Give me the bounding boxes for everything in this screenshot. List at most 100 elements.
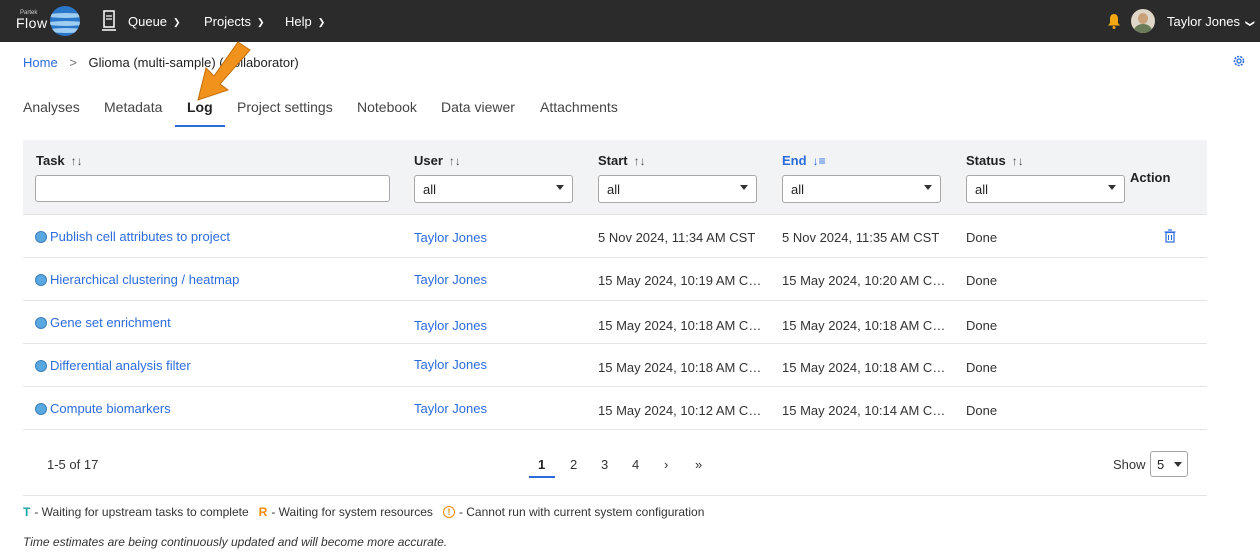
sort-icon: ↑↓ [70,154,83,168]
nav-projects[interactable]: Projects ❯ [204,14,265,29]
end-time: 15 May 2024, 10:18 AM C… [782,360,946,375]
user-link[interactable]: Taylor Jones [414,357,487,372]
user-link[interactable]: Taylor Jones [414,401,487,416]
last-page-button[interactable]: » [695,457,702,472]
task-link[interactable]: Publish cell attributes to project [35,229,230,244]
status-filter-value: all [975,182,989,197]
legend-r-text: - Waiting for system resources [271,505,433,519]
table-header: Task ↑↓ User ↑↓ Start ↑↓ End ↓≡ Status ↑↓ Act… [23,140,1207,215]
task-name: Publish cell attributes to project [50,229,230,244]
task-link[interactable]: Gene set enrichment [35,315,171,330]
warning-icon: ! [442,506,455,518]
dropdown-caret-icon [1108,185,1116,190]
nav-queue-label: Queue [128,14,168,29]
user-menu[interactable]: Taylor Jones ❯ [1167,14,1255,29]
task-name: Gene set enrichment [50,315,171,330]
user-link[interactable]: Taylor Jones [414,318,487,333]
status-dot-icon [35,273,47,286]
current-page-indicator [529,476,555,478]
column-header-user[interactable]: User ↑↓ [414,153,461,168]
sort-icon: ↑↓ [448,154,461,168]
status-dot-icon [35,316,47,329]
task-link[interactable]: Compute biomarkers [35,401,171,416]
legend-warn-text: - Cannot run with current system configu… [458,505,705,519]
status-legend: T - Waiting for upstream tasks to comple… [23,505,704,519]
start-time: 15 May 2024, 10:18 AM C… [598,360,762,375]
status-dot-icon [35,230,47,243]
column-header-start[interactable]: Start ↑↓ [598,153,646,168]
column-header-end[interactable]: End ↓≡ [782,153,826,168]
chevron-down-icon: ❯ [173,17,181,27]
end-time: 5 Nov 2024, 11:35 AM CST [782,230,940,245]
page-4-button[interactable]: 4 [632,457,639,472]
user-link[interactable]: Taylor Jones [414,230,487,245]
start-filter-select[interactable]: all [598,175,757,203]
task-link[interactable]: Differential analysis filter [35,358,191,373]
status-dot-icon [35,402,47,415]
show-label: Show [1113,457,1146,472]
tab-data-viewer[interactable]: Data viewer [441,99,515,115]
chevron-down-icon: ❯ [317,17,326,27]
column-header-action: Action [1130,170,1171,185]
status-text: Done [966,318,998,333]
table-row: Compute biomarkers Taylor Jones 15 May 2… [23,387,1207,430]
tab-notebook[interactable]: Notebook [357,99,417,115]
column-user-label: User [414,153,443,168]
delete-icon[interactable] [1164,229,1176,243]
active-tab-indicator [175,125,225,127]
chevron-down-icon: ❯ [256,17,265,27]
next-page-button[interactable]: › [664,457,668,472]
status-text: Done [966,273,998,288]
task-name: Differential analysis filter [50,358,191,373]
legend-r-letter: R [258,505,268,519]
page-3-button[interactable]: 3 [601,457,608,472]
pagination-range: 1-5 of 17 [47,457,99,472]
table-row: Publish cell attributes to project Taylo… [23,215,1207,258]
sort-icon: ↑↓ [1011,154,1024,168]
column-header-task[interactable]: Task ↑↓ [36,153,83,168]
sort-descending-icon: ↓≡ [812,154,826,168]
breadcrumb-home-link[interactable]: Home [23,55,58,70]
end-time: 15 May 2024, 10:14 AM C… [782,403,946,418]
status-text: Done [966,360,998,375]
nav-queue[interactable]: Queue ❯ [128,14,181,29]
dropdown-caret-icon [740,185,748,190]
page-size-value: 5 [1157,457,1165,472]
nav-help-label: Help [285,14,312,29]
end-time: 15 May 2024, 10:18 AM C… [782,318,946,333]
column-header-status[interactable]: Status ↑↓ [966,153,1024,168]
bell-icon[interactable] [1107,13,1121,29]
start-time: 15 May 2024, 10:18 AM C… [598,318,762,333]
end-filter-select[interactable]: all [782,175,941,203]
page-2-button[interactable]: 2 [570,457,577,472]
time-estimate-note: Time estimates are being continuously up… [23,535,448,549]
user-link[interactable]: Taylor Jones [414,272,487,287]
page-1-button[interactable]: 1 [538,457,545,472]
task-filter-input[interactable] [35,175,390,202]
status-dot-icon [35,359,47,372]
start-time: 15 May 2024, 10:19 AM C… [598,273,762,288]
server-icon[interactable] [102,10,116,32]
dropdown-caret-icon [1174,462,1182,467]
tab-attachments[interactable]: Attachments [540,99,618,115]
user-name-label: Taylor Jones [1167,14,1240,29]
column-end-label: End [782,153,807,168]
user-filter-value: all [423,182,437,197]
page-size-select[interactable]: 5 [1150,451,1188,477]
status-filter-select[interactable]: all [966,175,1125,203]
task-link[interactable]: Hierarchical clustering / heatmap [35,272,239,287]
legend-t-text: - Waiting for upstream tasks to complete [34,505,249,519]
top-navigation-bar: Partek Flow Queue ❯ Projects ❯ Help ❯ Taylo… [0,0,1260,42]
tab-metadata[interactable]: Metadata [104,99,162,115]
annotation-arrow-icon [197,41,251,101]
tab-analyses[interactable]: Analyses [23,99,80,115]
status-text: Done [966,403,998,418]
partek-flow-logo[interactable]: Partek Flow [14,6,86,36]
user-filter-select[interactable]: all [414,175,573,203]
globe-icon [50,6,80,36]
divider [23,495,1207,496]
avatar[interactable] [1131,9,1155,33]
start-time: 15 May 2024, 10:12 AM C… [598,403,762,418]
gear-icon[interactable] [1232,54,1246,68]
nav-help[interactable]: Help ❯ [285,14,325,29]
